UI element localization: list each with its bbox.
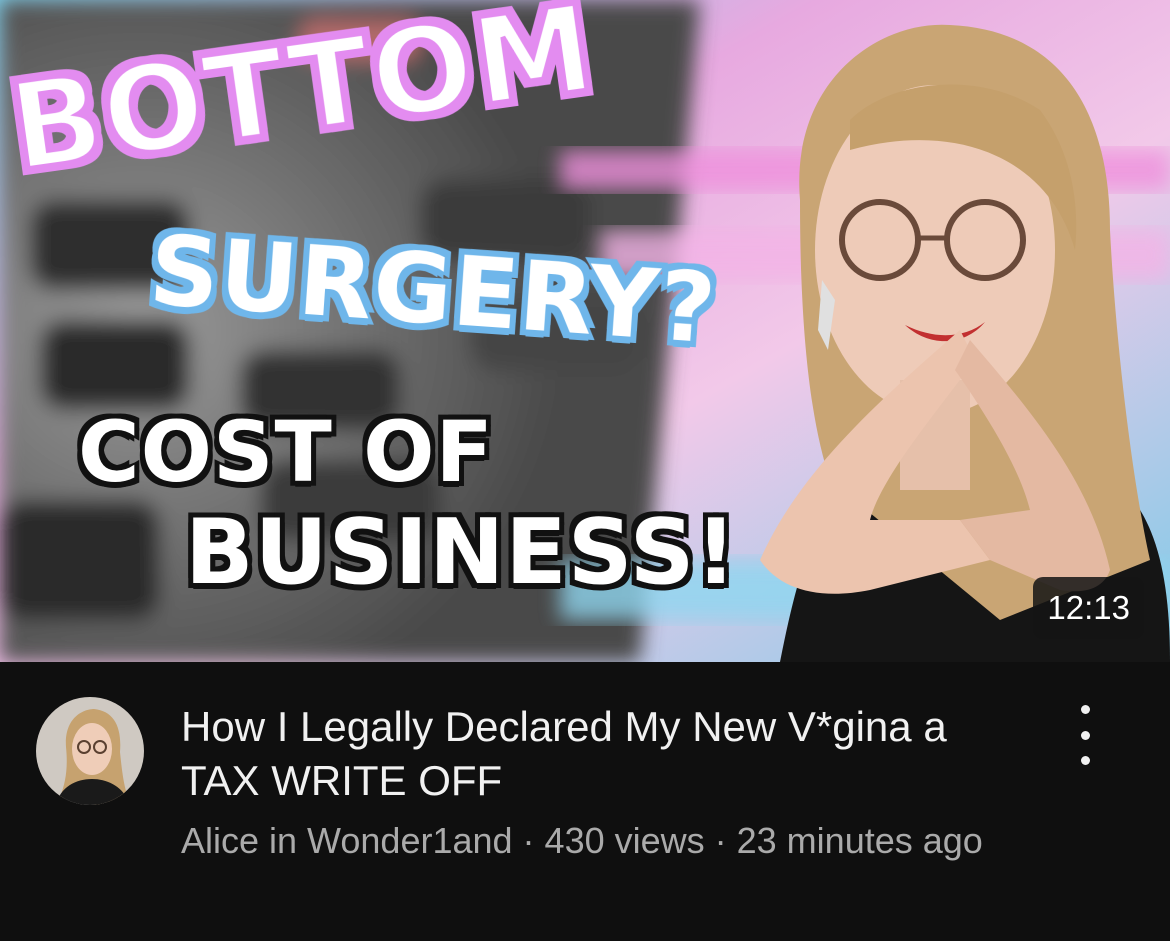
view-count: 430 views	[544, 820, 705, 861]
video-metadata: Alice in Wonder1and · 430 views · 23 min…	[181, 818, 1021, 864]
upload-age: 23 minutes ago	[736, 820, 983, 861]
video-title[interactable]: How I Legally Declared My New V*gina a T…	[181, 700, 1001, 808]
thumbnail-text-business: BUSINESS!	[185, 500, 738, 605]
meta-separator-2: ·	[704, 820, 737, 861]
meta-separator: ·	[512, 820, 545, 861]
kebab-dot	[1080, 730, 1090, 740]
channel-avatar[interactable]	[36, 697, 144, 805]
channel-name[interactable]: Alice in Wonder1and	[181, 820, 513, 861]
more-vert-icon[interactable]	[1062, 705, 1108, 765]
kebab-dot	[1080, 705, 1090, 714]
thumbnail-text-cost-of: COST OF	[78, 403, 494, 501]
duration-badge: 12:13	[1033, 577, 1144, 639]
video-thumbnail[interactable]: BOTTOM SURGERY? COST OF BUSINESS! 12:13	[0, 0, 1170, 662]
avatar-image	[36, 697, 144, 805]
kebab-dot	[1080, 756, 1090, 765]
